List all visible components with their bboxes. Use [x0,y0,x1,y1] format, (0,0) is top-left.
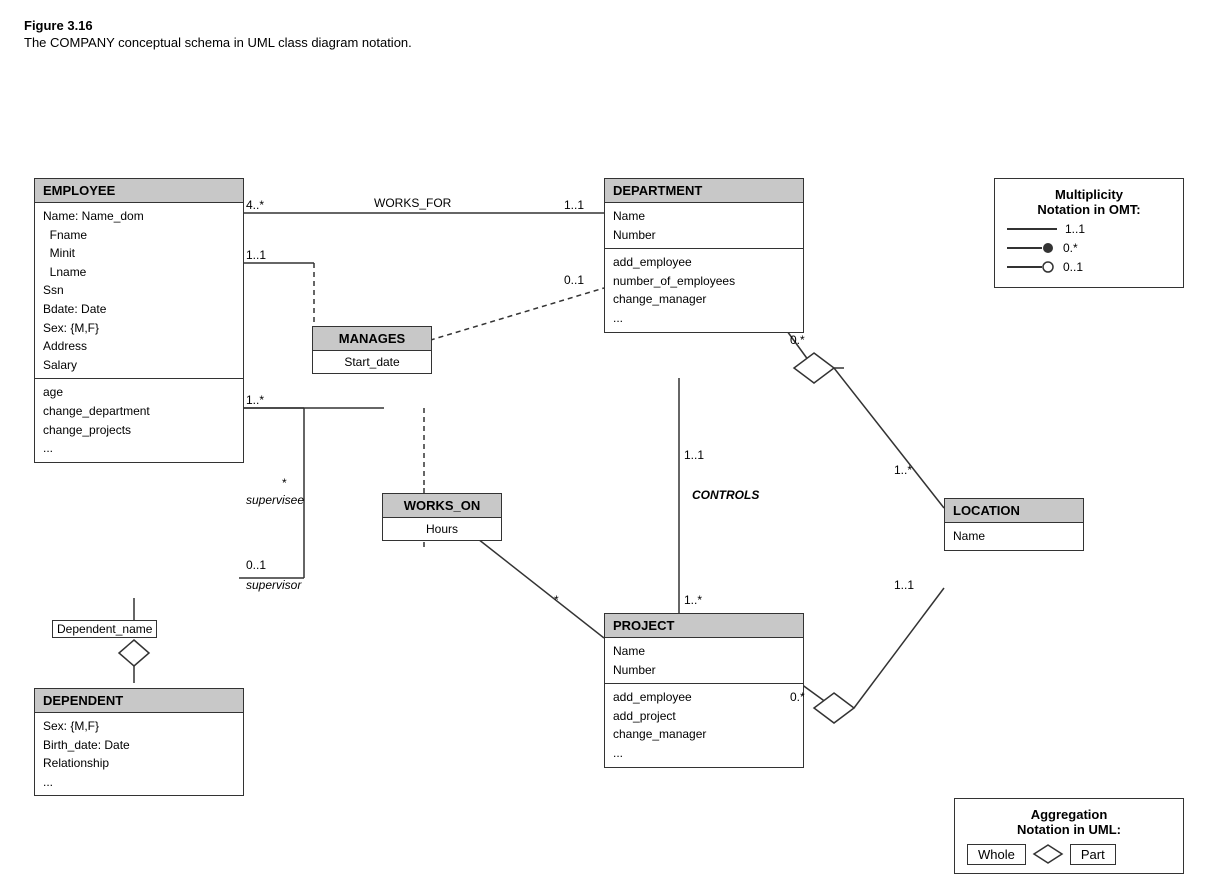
label-11-dept-proj: 1..1 [684,448,704,462]
manages-body: Start_date [313,351,431,373]
notation-row-11: 1..1 [1007,222,1171,236]
aggregation-notation-box: AggregationNotation in UML: Whole Part [954,798,1184,874]
works-on-header: WORKS_ON [383,494,501,518]
label-1star-supervise: 1..* [246,393,264,407]
label-0star-proj-loc: 0.* [790,690,805,704]
label-11-manages-left: 1..1 [246,248,266,262]
notation-line-0star [1007,247,1042,249]
multiplicity-title: MultiplicityNotation in OMT: [1007,187,1171,217]
location-attributes: Name [945,523,1083,550]
employee-methods: age change_department change_projects ..… [35,379,243,461]
employee-header: EMPLOYEE [35,179,243,203]
label-11-loc-bottom: 1..1 [894,578,914,592]
location-header: LOCATION [945,499,1083,523]
notation-label-0star: 0.* [1063,241,1091,255]
project-header: PROJECT [605,614,803,638]
department-header: DEPARTMENT [605,179,803,203]
project-methods: add_employee add_project change_manager … [605,684,803,766]
notation-row-0star: 0.* [1007,241,1171,255]
label-supervisor: supervisor [246,578,301,592]
department-methods: add_employee number_of_employees change_… [605,249,803,331]
employee-class: EMPLOYEE Name: Name_dom Fname Minit Lnam… [34,178,244,463]
filled-circle-icon [1041,241,1055,255]
label-controls: CONTROLS [692,488,759,502]
label-works-for: WORKS_FOR [374,196,451,210]
notation-line-11 [1007,228,1057,230]
label-star-supervise: * [282,476,287,490]
figure-title: Figure 3.16 [24,18,1182,33]
label-01-supervisor: 0..1 [246,558,266,572]
multiplicity-notation-box: MultiplicityNotation in OMT: 1..1 0.* [994,178,1184,288]
dependent-header: DEPENDENT [35,689,243,713]
label-1star-loc: 1..* [894,463,912,477]
project-class: PROJECT Name Number add_employee add_pro… [604,613,804,768]
manages-header: MANAGES [313,327,431,351]
label-supervisee: supervisee [246,493,304,507]
dependent-class: DEPENDENT Sex: {M,F} Birth_date: Date Re… [34,688,244,796]
manages-box: MANAGES Start_date [312,326,432,374]
dependent-attributes: Sex: {M,F} Birth_date: Date Relationship… [35,713,243,795]
project-attributes: Name Number [605,638,803,684]
label-1star-proj: 1..* [684,593,702,607]
label-0star-dept-loc: 0.* [790,333,805,347]
employee-attributes: Name: Name_dom Fname Minit Lname Ssn Bda… [35,203,243,379]
aggregation-title: AggregationNotation in UML: [967,807,1171,837]
open-circle-icon [1041,260,1055,274]
diagram-area: EMPLOYEE Name: Name_dom Fname Minit Lnam… [24,68,1184,848]
department-class: DEPARTMENT Name Number add_employee numb… [604,178,804,333]
works-on-box: WORKS_ON Hours [382,493,502,541]
notation-line-01 [1007,266,1042,268]
label-01-manages-right: 0..1 [564,273,584,287]
label-dependent-name: Dependent_name [52,620,157,638]
location-class: LOCATION Name [944,498,1084,551]
whole-box: Whole [967,844,1026,865]
notation-label-11: 1..1 [1065,222,1093,236]
department-attributes: Name Number [605,203,803,249]
figure-caption: The COMPANY conceptual schema in UML cla… [24,35,1182,50]
works-on-body: Hours [383,518,501,540]
label-star-works-proj: * [554,593,559,607]
notation-label-01: 0..1 [1063,260,1091,274]
part-box: Part [1070,844,1116,865]
label-11a: 1..1 [564,198,584,212]
label-4star: 4..* [246,198,264,212]
notation-row-01: 0..1 [1007,260,1171,274]
